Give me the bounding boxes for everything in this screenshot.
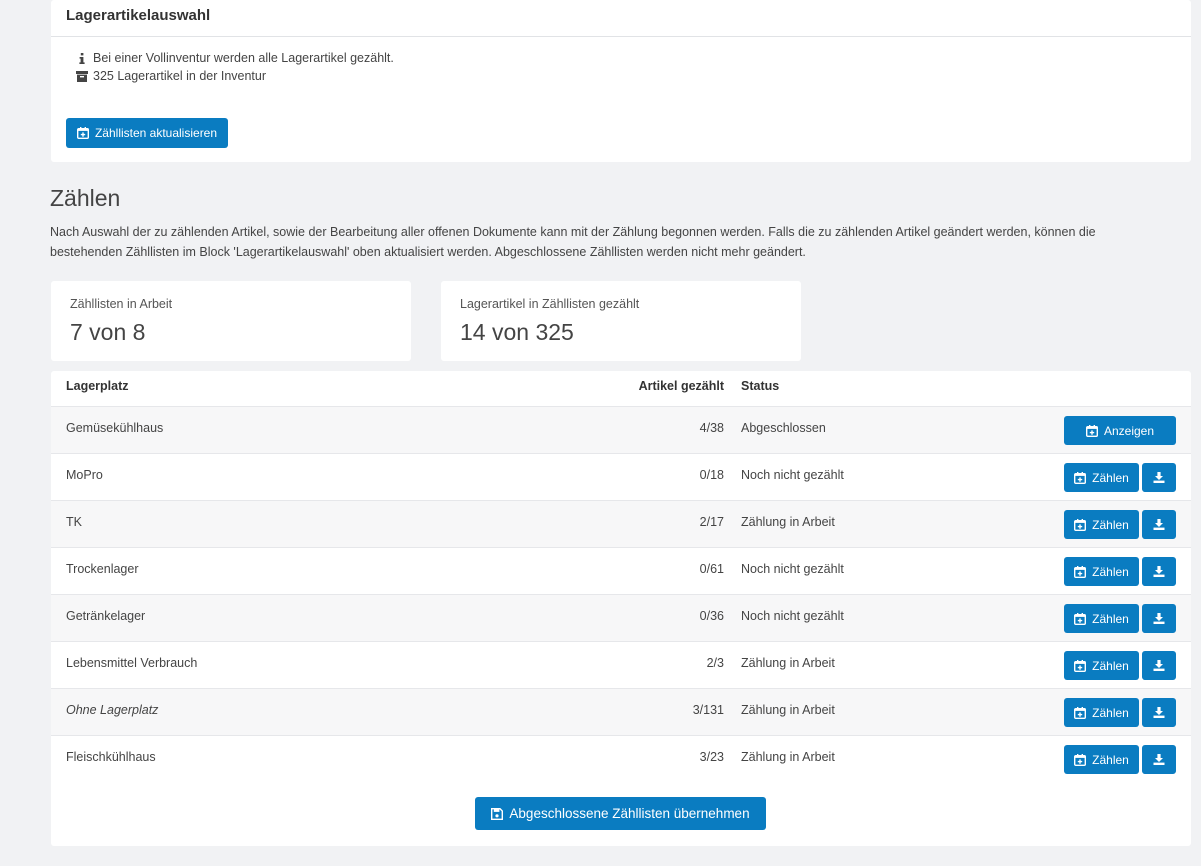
action-label: Anzeigen: [1103, 423, 1155, 438]
table-row: Fleischkühlhaus 3/23 Zählung in Arbeit Zähl…: [51, 735, 1191, 783]
stat-value: 14 von 325: [460, 319, 574, 345]
article-count-info: 325 Lagerartikel in der Inventur: [73, 69, 266, 83]
count-button[interactable]: Zählen: [1064, 698, 1139, 727]
location-cell: Ohne Lagerplatz: [66, 703, 159, 717]
counting-title: Zählen: [50, 185, 121, 211]
location-cell: Fleischkühlhaus: [66, 750, 156, 764]
counted-cell: 4/38: [699, 421, 724, 435]
download-icon: [1153, 707, 1165, 718]
calendar-plus-icon: [1085, 424, 1098, 437]
full-inventory-info: Bei einer Vollinventur werden alle Lager…: [73, 51, 394, 65]
calendar-plus-icon: [76, 127, 89, 139]
update-count-lists-label: Zähllisten aktualisieren: [94, 126, 218, 140]
location-cell: TK: [66, 515, 82, 529]
download-icon: [1153, 472, 1165, 483]
action-label: Zählen: [1092, 517, 1129, 532]
calendar-plus-icon: [1074, 565, 1087, 578]
table-row: Lebensmittel Verbrauch 2/3 Zählung in Arbe…: [51, 641, 1191, 689]
status-cell: Zählung in Arbeit: [741, 750, 835, 764]
download-button[interactable]: [1142, 463, 1176, 492]
download-icon: [1153, 660, 1165, 671]
download-button[interactable]: [1142, 604, 1176, 633]
download-icon: [1153, 566, 1165, 577]
table-row: MoPro 0/18 Noch nicht gezählt Zählen: [51, 453, 1191, 501]
table-row: Ohne Lagerplatz 3/131 Zählung in Arbeit Zäh…: [51, 688, 1191, 736]
location-cell: Trockenlager: [66, 562, 139, 576]
calendar-plus-icon: [1074, 612, 1087, 625]
update-count-lists-button[interactable]: Zähllisten aktualisieren: [66, 118, 228, 148]
count-button[interactable]: Zählen: [1064, 510, 1139, 539]
download-button[interactable]: [1142, 745, 1176, 774]
counted-cell: 0/61: [699, 562, 724, 576]
count-button[interactable]: Zählen: [1064, 651, 1139, 680]
download-icon: [1153, 613, 1165, 624]
counted-cell: 2/17: [699, 515, 724, 529]
download-icon: [1153, 519, 1165, 530]
counted-cell: 0/18: [699, 468, 724, 482]
download-icon: [1153, 754, 1165, 765]
status-cell: Zählung in Arbeit: [741, 515, 835, 529]
action-label: Zählen: [1092, 752, 1129, 767]
header-location: Lagerplatz: [66, 379, 129, 393]
action-label: Zählen: [1092, 705, 1129, 720]
table-row: TK 2/17 Zählung in Arbeit Zählen: [51, 500, 1191, 548]
apply-completed-lists-label: Abgeschlossene Zähllisten übernehmen: [509, 806, 750, 821]
save-icon: [491, 807, 504, 820]
status-cell: Zählung in Arbeit: [741, 656, 835, 670]
location-cell: Gemüsekühlhaus: [66, 421, 164, 435]
full-inventory-text: Bei einer Vollinventur werden alle Lager…: [93, 51, 394, 65]
table-row: Trockenlager 0/61 Noch nicht gezählt Zählen: [51, 547, 1191, 595]
location-cell: MoPro: [66, 468, 103, 482]
status-cell: Zählung in Arbeit: [741, 703, 835, 717]
show-button[interactable]: Anzeigen: [1064, 416, 1176, 445]
counted-cell: 0/36: [699, 609, 724, 623]
status-cell: Abgeschlossen: [741, 421, 826, 435]
action-label: Zählen: [1092, 564, 1129, 579]
calendar-plus-icon: [1074, 518, 1087, 531]
location-cell: Getränkelager: [66, 609, 146, 623]
count-lists-table: Lagerplatz Artikel gezählt Status Gemüse…: [51, 371, 1191, 846]
counted-cell: 3/131: [692, 703, 724, 717]
status-cell: Noch nicht gezählt: [741, 562, 844, 576]
archive-box-icon: [73, 70, 91, 82]
article-count-text: 325 Lagerartikel in der Inventur: [93, 69, 267, 83]
stat-label: Lagerartikel in Zähllisten gezählt: [460, 297, 640, 311]
download-button[interactable]: [1142, 698, 1176, 727]
calendar-plus-icon: [1074, 753, 1087, 766]
stock-selection-title: Lagerartikelauswahl: [51, 0, 1191, 37]
count-button[interactable]: Zählen: [1064, 604, 1139, 633]
action-label: Zählen: [1092, 658, 1129, 673]
apply-completed-lists-button[interactable]: Abgeschlossene Zähllisten übernehmen: [475, 797, 766, 830]
count-button[interactable]: Zählen: [1064, 557, 1139, 586]
calendar-plus-icon: [1074, 659, 1087, 672]
stat-card-lists-in-progress: Zähllisten in Arbeit 7 von 8: [51, 281, 411, 361]
action-label: Zählen: [1092, 611, 1129, 626]
calendar-plus-icon: [1074, 471, 1087, 484]
calendar-plus-icon: [1074, 706, 1087, 719]
count-button[interactable]: Zählen: [1064, 745, 1139, 774]
download-button[interactable]: [1142, 510, 1176, 539]
stock-selection-card: Lagerartikelauswahl Bei einer Vollinvent…: [51, 0, 1191, 162]
counting-description: Nach Auswahl der zu zählenden Artikel, s…: [50, 225, 1096, 259]
status-cell: Noch nicht gezählt: [741, 468, 844, 482]
location-cell: Lebensmittel Verbrauch: [66, 656, 198, 670]
stat-label: Zähllisten in Arbeit: [70, 297, 173, 311]
count-button[interactable]: Zählen: [1064, 463, 1139, 492]
header-status: Status: [741, 379, 780, 393]
download-button[interactable]: [1142, 557, 1176, 586]
stat-value: 7 von 8: [70, 319, 146, 345]
stat-card-articles-counted: Lagerartikel in Zähllisten gezählt 14 vo…: [441, 281, 801, 361]
info-icon: [73, 52, 91, 64]
status-cell: Noch nicht gezählt: [741, 609, 844, 623]
counted-cell: 2/3: [706, 656, 724, 670]
action-label: Zählen: [1092, 470, 1129, 485]
table-row: Gemüsekühlhaus 4/38 Abgeschlossen Anzeigen: [51, 406, 1191, 454]
header-counted: Artikel gezählt: [638, 379, 724, 393]
counted-cell: 3/23: [699, 750, 724, 764]
table-row: Getränkelager 0/36 Noch nicht gezählt Zähle…: [51, 594, 1191, 642]
download-button[interactable]: [1142, 651, 1176, 680]
